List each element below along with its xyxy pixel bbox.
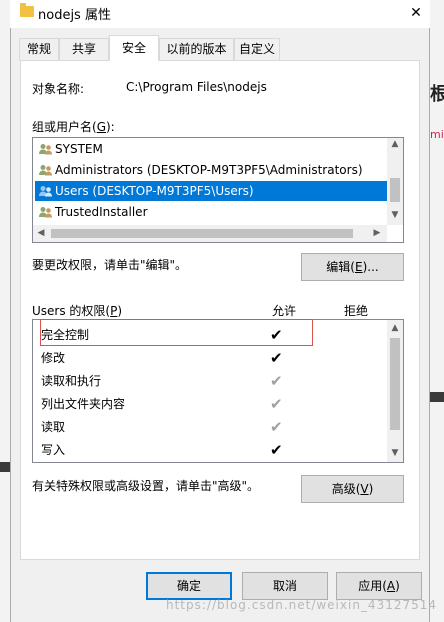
annotation-highlight-box [40,319,313,346]
list-item[interactable]: TrustedInstaller [35,202,387,222]
background-text: 根 [430,84,444,104]
tab-sharing[interactable]: 共享 [59,38,109,60]
scroll-thumb[interactable] [51,229,353,238]
tab-previous-versions[interactable]: 以前的版本 [159,38,234,60]
scroll-right-icon[interactable]: ▶ [369,228,385,238]
checkmark-icon: ✔ [270,349,283,367]
permission-row-modify: 修改 [41,351,66,365]
folder-icon [20,3,34,17]
window-title: nodejs 属性 [38,8,111,23]
list-item[interactable]: SYSTEM [35,139,387,159]
edit-button[interactable]: 编辑(E)... [301,253,404,281]
background-dark-block [430,392,444,402]
permissions-scrollbar[interactable]: ▲ ▼ [387,320,403,462]
background-code: mit [430,128,444,141]
checkmark-inherited-icon: ✔ [270,418,283,436]
scroll-left-icon[interactable]: ◀ [33,228,49,238]
user-group-icon [39,186,52,197]
title-bar: nodejs 属性 ✕ [10,0,430,28]
permission-row-read-execute: 读取和执行 [41,374,102,388]
ok-button[interactable]: 确定 [146,572,232,600]
user-group-icon [39,165,52,176]
list-item[interactable]: Administrators (DESKTOP-M9T3PF5\Administ… [35,160,387,180]
scroll-up-icon[interactable]: ▲ [387,139,403,149]
checkmark-icon: ✔ [270,441,283,459]
groups-horizontal-scrollbar[interactable]: ◀ ▶ [33,225,387,242]
close-button[interactable]: ✕ [402,0,430,26]
object-name-label: 对象名称: [32,82,85,96]
groups-vertical-scrollbar[interactable]: ▲ ▼ [387,138,403,225]
cancel-button[interactable]: 取消 [242,572,328,600]
change-permissions-hint: 要更改权限，请单击"编辑"。 [32,258,188,272]
scroll-thumb[interactable] [390,338,400,430]
deny-column-header: 拒绝 [344,304,369,318]
groups-label: 组或用户名(G): [32,120,115,134]
permission-row-read: 读取 [41,420,66,434]
advanced-button[interactable]: 高级(V) [301,475,404,503]
tab-general[interactable]: 常规 [19,38,59,60]
watermark: https://blog.csdn.net/weixin_43127514 [166,598,438,612]
scroll-down-icon[interactable]: ▼ [387,448,403,458]
user-group-icon [39,144,52,155]
apply-button[interactable]: 应用(A) [336,572,422,600]
list-item-selected[interactable]: Users (DESKTOP-M9T3PF5\Users) [35,181,387,201]
scroll-up-icon[interactable]: ▲ [387,323,403,333]
permissions-label: Users 的权限(P) [32,304,123,318]
allow-column-header: 允许 [272,304,297,318]
permission-row-list-folder: 列出文件夹内容 [41,397,126,411]
scroll-thumb[interactable] [390,178,400,202]
checkmark-inherited-icon: ✔ [270,395,283,413]
tab-security[interactable]: 安全 [109,35,159,61]
background-left [0,0,10,622]
object-name-value: C:\Program Files\nodejs [126,80,267,94]
permission-row-write: 写入 [41,443,66,457]
user-group-icon [39,207,52,218]
background-dark-block [0,462,10,472]
checkmark-inherited-icon: ✔ [270,372,283,390]
tab-customize[interactable]: 自定义 [234,38,280,60]
groups-listbox[interactable]: SYSTEM Administrators (DESKTOP-M9T3PF5\A… [32,137,404,243]
scroll-down-icon[interactable]: ▼ [387,210,403,220]
special-permissions-hint: 有关特殊权限或高级设置，请单击"高级"。 [32,479,260,493]
